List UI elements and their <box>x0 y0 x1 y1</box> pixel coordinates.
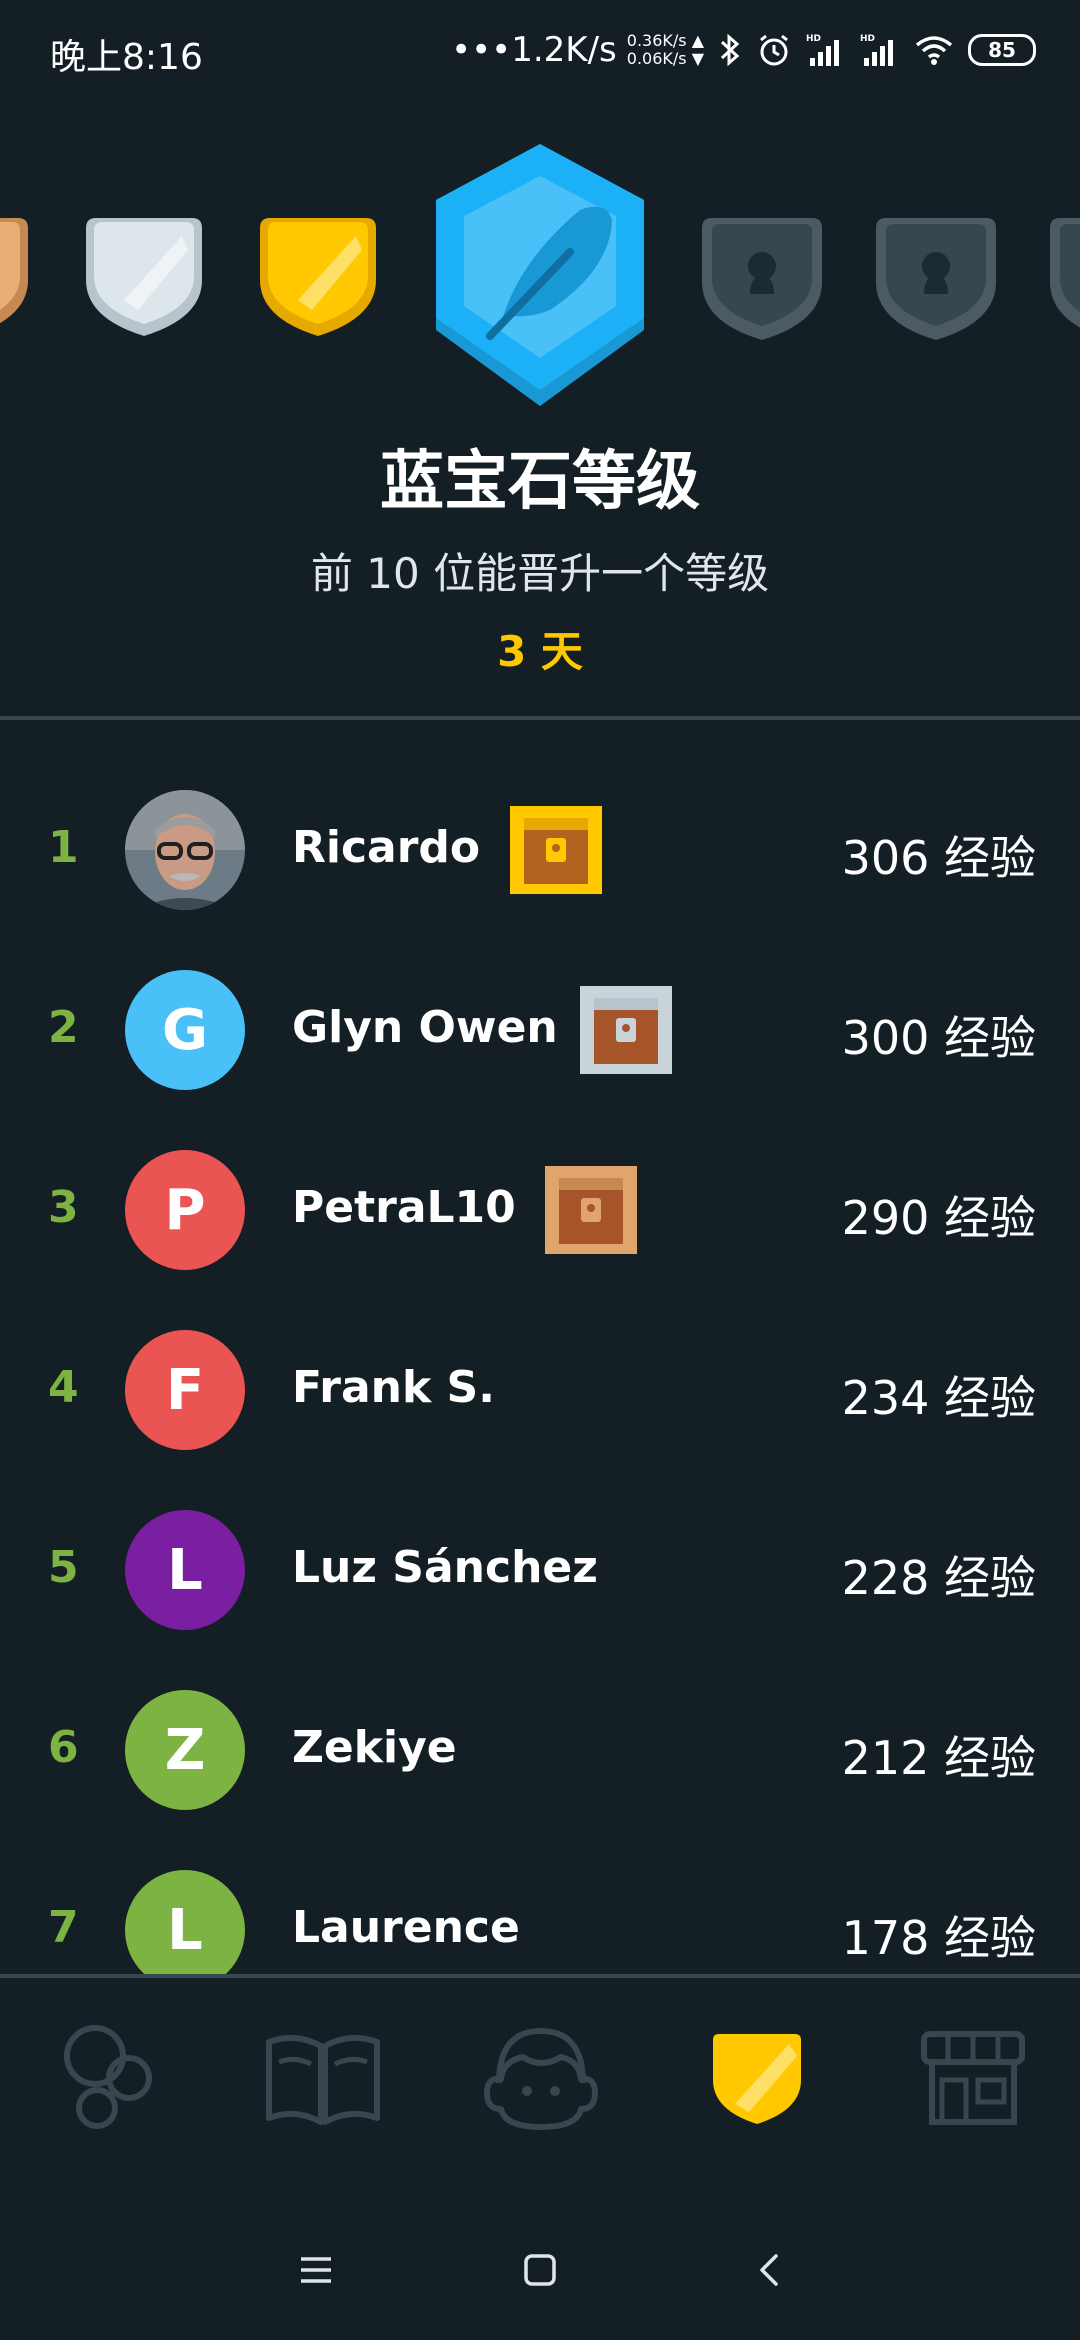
battery-icon: 85 <box>968 34 1036 66</box>
leaderboard-row[interactable]: 3 P PetraL10 290 经验 <box>0 1130 1080 1290</box>
sapphire-league-badge[interactable] <box>430 140 650 410</box>
avatar[interactable]: F <box>125 1330 245 1450</box>
avatar[interactable]: Z <box>125 1690 245 1810</box>
user-name: Frank S. <box>292 1362 495 1413</box>
user-photo <box>125 790 245 910</box>
leaderboard-row[interactable]: 1 Ricardo 306 经验 <box>0 770 1080 930</box>
status-bar: 晚上8:16 •••1.2K/s 0.36K/s ▲ 0.06K/s ▼ HD … <box>0 0 1080 100</box>
gold-chest-icon <box>510 806 602 894</box>
network-speed-detail: 0.36K/s ▲ 0.06K/s ▼ <box>627 32 704 68</box>
league-shield-icon <box>713 2034 801 2124</box>
leaderboard-list[interactable]: 1 Ricardo 306 经验 2 G Glyn Owen 300 经验 3 … <box>0 770 1080 1975</box>
xp-value: 212 经验 <box>841 1731 1036 1785</box>
rank-number: 6 <box>48 1722 79 1773</box>
bluetooth-icon <box>720 33 740 67</box>
rank-number: 7 <box>48 1902 79 1953</box>
shop-icon <box>921 2031 1025 2125</box>
xp-value: 234 经验 <box>841 1371 1036 1425</box>
locked-league-badge-3[interactable] <box>1048 210 1080 344</box>
status-icons: •••1.2K/s 0.36K/s ▲ 0.06K/s ▼ HD HD 85 <box>451 22 1036 78</box>
user-name: PetraL10 <box>292 1182 516 1233</box>
leaderboard-row[interactable]: 4 F Frank S. 234 经验 <box>0 1310 1080 1470</box>
xp-value: 178 经验 <box>841 1911 1036 1965</box>
avatar[interactable]: G <box>125 970 245 1090</box>
days-remaining: 3 天 <box>497 627 583 676</box>
xp-value: 290 经验 <box>841 1191 1036 1245</box>
tab-profile[interactable] <box>476 2018 606 2138</box>
avatar[interactable]: P <box>125 1150 245 1270</box>
leaderboard-row[interactable]: 5 L Luz Sánchez 228 经验 <box>0 1490 1080 1650</box>
tab-leaderboards[interactable] <box>692 2018 822 2138</box>
user-name: Zekiye <box>292 1722 457 1773</box>
leaderboard-row[interactable]: 2 G Glyn Owen 300 经验 <box>0 950 1080 1110</box>
system-navigation-bar <box>0 2220 1080 2320</box>
svg-text:HD: HD <box>806 34 821 44</box>
svg-text:HD: HD <box>860 34 875 44</box>
divider <box>0 716 1080 720</box>
skills-circles-icon <box>64 2025 152 2129</box>
character-face-icon <box>484 2027 598 2130</box>
bronze-chest-icon <box>545 1166 637 1254</box>
xp-value: 228 经验 <box>841 1551 1036 1605</box>
back-icon <box>760 2254 778 2286</box>
battery-level: 85 <box>988 38 1016 62</box>
wifi-icon <box>915 36 953 65</box>
user-name: Luz Sánchez <box>292 1542 598 1593</box>
status-time: 晚上8:16 <box>50 37 203 78</box>
user-name: Ricardo <box>292 822 481 873</box>
rank-number: 5 <box>48 1542 79 1593</box>
home-button[interactable] <box>510 2240 570 2300</box>
silver-chest-icon <box>580 986 672 1074</box>
leaderboard-row[interactable]: 7 L Laurence 178 经验 <box>0 1850 1080 1975</box>
league-badge-carousel[interactable] <box>0 140 1080 420</box>
signal-icon-2: HD <box>860 34 893 66</box>
rank-number: 3 <box>48 1182 79 1233</box>
xp-value: 306 经验 <box>841 831 1036 885</box>
rank-number: 2 <box>48 1002 79 1053</box>
download-speed: 0.06K/s ▼ <box>626 49 704 68</box>
book-icon <box>266 2034 380 2125</box>
alarm-icon <box>760 34 788 66</box>
rank-number: 4 <box>48 1362 79 1413</box>
tab-learn[interactable] <box>42 2018 172 2138</box>
user-name: Laurence <box>292 1902 520 1953</box>
user-name: Glyn Owen <box>292 1002 558 1053</box>
menu-button[interactable] <box>286 2240 346 2300</box>
leaderboard-row[interactable]: 6 Z Zekiye 212 经验 <box>0 1670 1080 1830</box>
locked-league-badge[interactable] <box>700 210 824 344</box>
network-speed: •••1.2K/s <box>451 30 617 70</box>
league-subtitle: 前 10 位能晋升一个等级 <box>310 549 770 598</box>
gold-league-badge[interactable] <box>258 210 378 340</box>
bottom-tab-bar <box>0 1978 1080 2178</box>
menu-icon <box>301 2257 331 2283</box>
upload-speed: 0.36K/s ▲ <box>626 31 704 50</box>
back-button[interactable] <box>738 2240 798 2300</box>
home-icon <box>524 2254 556 2286</box>
avatar[interactable]: L <box>125 1510 245 1630</box>
rank-number: 1 <box>48 822 79 873</box>
bronze-league-badge[interactable] <box>0 210 30 340</box>
signal-icon: HD <box>806 34 839 66</box>
avatar[interactable] <box>125 790 245 910</box>
avatar[interactable]: L <box>125 1870 245 1975</box>
silver-league-badge[interactable] <box>84 210 204 340</box>
xp-value: 300 经验 <box>841 1011 1036 1065</box>
tab-shop[interactable] <box>908 2018 1038 2138</box>
tab-stories[interactable] <box>258 2018 388 2138</box>
league-title: 蓝宝石等级 <box>380 445 700 519</box>
locked-league-badge-2[interactable] <box>874 210 998 344</box>
